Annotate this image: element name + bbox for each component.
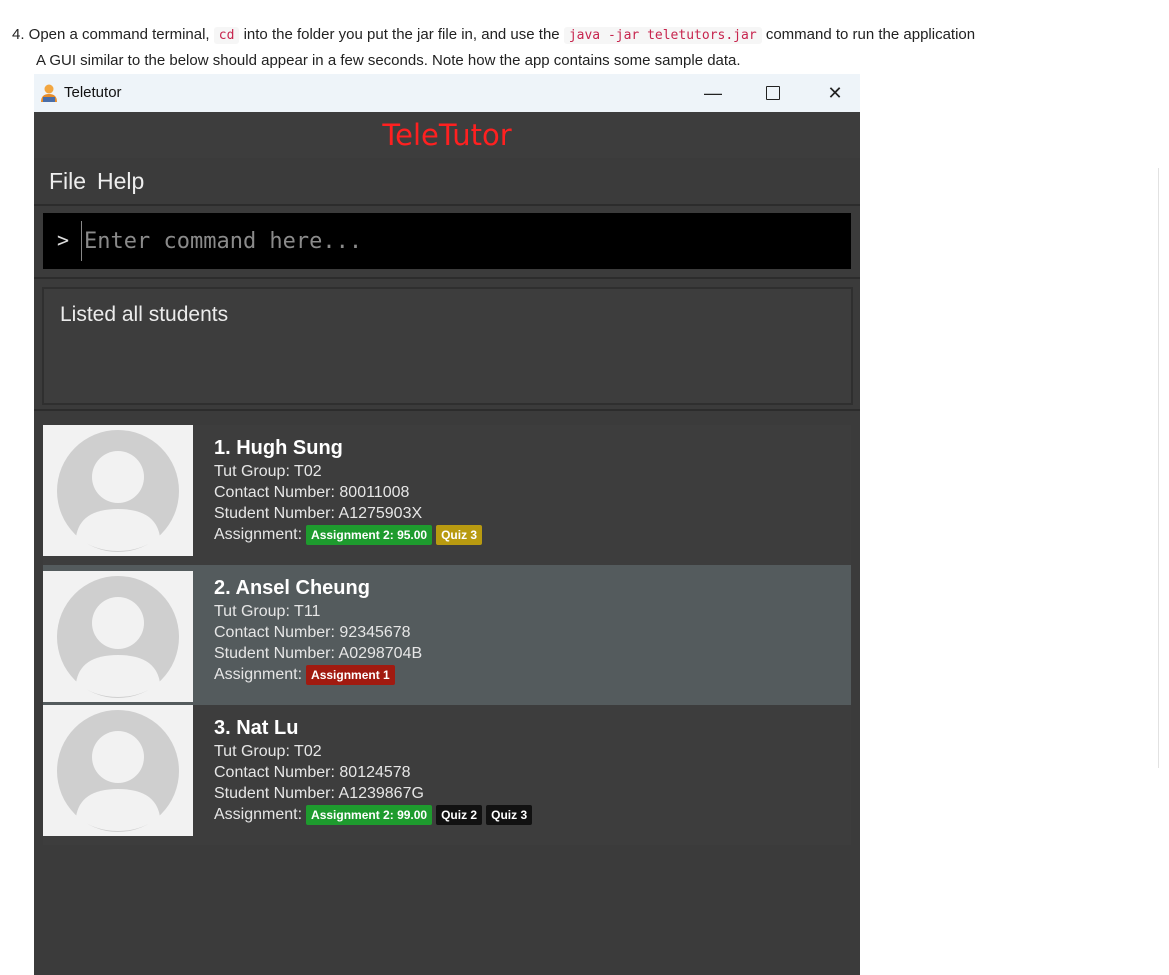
instruction-text: command to run the application	[765, 26, 976, 43]
divider	[34, 409, 860, 411]
assignment-label: Assignment:	[214, 666, 303, 683]
student-info: 3. Nat Lu Tut Group: T02 Contact Number: 8…	[214, 715, 533, 825]
window-titlebar[interactable]: Teletutor — ✕	[34, 74, 860, 112]
tut-group: Tut Group: T02	[214, 461, 482, 482]
student-number-value: A1239867G	[338, 785, 424, 802]
student-card[interactable]: 3. Nat Lu Tut Group: T02 Contact Number: 8…	[43, 705, 851, 845]
tut-group-value: T02	[294, 463, 322, 480]
assignment-row: Assignment: Assignment 2: 95.00 Quiz 3	[214, 524, 483, 545]
student-number-label: Student Number:	[214, 505, 335, 522]
student-card[interactable]: 2. Ansel Cheung Tut Group: T11 Contact Num…	[43, 565, 851, 705]
instruction-text: into the folder you put the jar file in,…	[243, 26, 560, 43]
app-icon	[41, 84, 57, 102]
contact-number-value: 92345678	[339, 624, 411, 641]
tut-group-value: T02	[294, 743, 322, 760]
student-name: 1. Hugh Sung	[214, 437, 343, 459]
assignment-row: Assignment: Assignment 2: 99.00 Quiz 2 Quiz…	[214, 804, 533, 825]
command-box: >	[43, 213, 851, 269]
assignment-tag: Assignment 2: 95.00	[306, 525, 433, 545]
student-info: 2. Ansel Cheung Tut Group: T11 Contact Num…	[214, 575, 422, 685]
result-display: Listed all students	[42, 287, 853, 405]
assignment-row: Assignment: Assignment 1	[214, 664, 422, 685]
student-number-label: Student Number:	[214, 645, 335, 662]
student-number: Student Number: A1275903X	[214, 503, 482, 524]
contact-number: Contact Number: 92345678	[214, 622, 422, 643]
menu-help[interactable]: Help	[97, 168, 144, 195]
divider	[34, 204, 860, 206]
instruction-note: A GUI similar to the below should appear…	[36, 52, 741, 69]
contact-number: Contact Number: 80011008	[214, 482, 482, 503]
assignment-label: Assignment:	[214, 806, 303, 823]
student-name: 2. Ansel Cheung	[214, 577, 370, 599]
close-button[interactable]: ✕	[810, 74, 860, 112]
tut-group-label: Tut Group:	[214, 743, 290, 760]
contact-number-label: Contact Number:	[214, 764, 335, 781]
menu-bar: File Help	[34, 158, 860, 204]
tut-group-label: Tut Group:	[214, 463, 290, 480]
tut-group: Tut Group: T11	[214, 601, 422, 622]
app-window: Teletutor — ✕ TeleTutor File Help > List…	[34, 74, 860, 975]
maximize-button[interactable]	[748, 74, 798, 112]
window-title: Teletutor	[64, 84, 122, 101]
student-number: Student Number: A1239867G	[214, 783, 532, 804]
tut-group: Tut Group: T02	[214, 741, 532, 762]
assignment-tag: Quiz 3	[486, 805, 533, 825]
student-info: 1. Hugh Sung Tut Group: T02 Contact Number…	[214, 435, 483, 545]
student-card[interactable]: 1. Hugh Sung Tut Group: T02 Contact Number…	[43, 425, 851, 565]
code-cd: cd	[213, 27, 240, 44]
contact-number-value: 80124578	[339, 764, 411, 781]
app-header: TeleTutor	[34, 112, 860, 158]
minimize-icon: —	[704, 82, 722, 103]
tut-group-label: Tut Group:	[214, 603, 290, 620]
result-message: Listed all students	[60, 303, 229, 326]
assignment-label: Assignment:	[214, 526, 303, 543]
avatar-icon	[43, 705, 193, 836]
command-input[interactable]	[81, 221, 826, 261]
menu-file[interactable]: File	[49, 168, 86, 195]
assignment-tag: Quiz 2	[436, 805, 483, 825]
student-number: Student Number: A0298704B	[214, 643, 422, 664]
student-name: 3. Nat Lu	[214, 717, 299, 739]
minimize-button[interactable]: —	[688, 74, 738, 112]
contact-number-value: 80011008	[339, 484, 410, 501]
student-number-label: Student Number:	[214, 785, 335, 802]
code-java-command: java -jar teletutors.jar	[563, 27, 762, 44]
instruction-text: 4. Open a command terminal,	[12, 26, 210, 43]
assignment-tag: Assignment 2: 99.00	[306, 805, 433, 825]
tut-group-value: T11	[294, 603, 321, 620]
instruction-step-4: 4. Open a command terminal, cd into the …	[12, 26, 976, 44]
prompt-icon: >	[57, 228, 70, 252]
student-list[interactable]: 1. Hugh Sung Tut Group: T02 Contact Number…	[43, 425, 851, 845]
student-number-value: A0298704B	[338, 645, 423, 662]
close-icon: ✕	[827, 82, 843, 103]
maximize-icon	[766, 86, 780, 100]
avatar-icon	[43, 425, 193, 556]
contact-number-label: Contact Number:	[214, 484, 335, 501]
divider	[34, 277, 860, 279]
assignment-tag: Assignment 1	[306, 665, 395, 685]
contact-number-label: Contact Number:	[214, 624, 335, 641]
page-divider	[1158, 168, 1159, 768]
contact-number: Contact Number: 80124578	[214, 762, 532, 783]
avatar-icon	[43, 571, 193, 702]
assignment-tag: Quiz 3	[436, 525, 483, 545]
student-number-value: A1275903X	[338, 505, 423, 522]
